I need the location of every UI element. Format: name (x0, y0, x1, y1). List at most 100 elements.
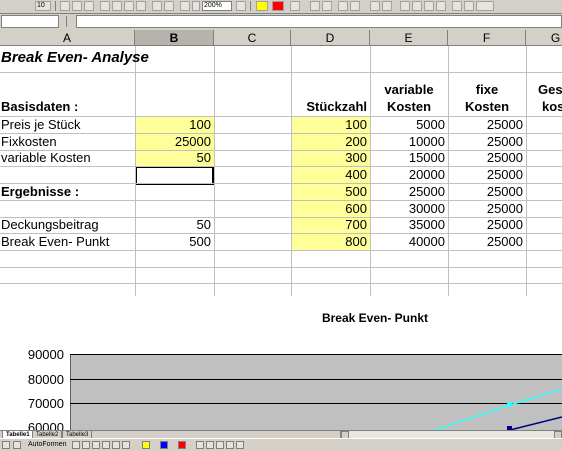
indent-button[interactable] (370, 1, 380, 11)
drawing-button[interactable] (192, 1, 200, 11)
toolbar-button[interactable] (400, 1, 410, 11)
deckungsbeitrag-label: Deckungsbeitrag (1, 217, 99, 232)
table-cell-fixe[interactable]: 25000 (448, 217, 526, 233)
line-color-icon[interactable] (160, 441, 168, 449)
table-cell-stueckzahl[interactable]: 200 (291, 134, 370, 150)
font-color-button[interactable] (272, 1, 284, 11)
outdent-button[interactable] (382, 1, 392, 11)
function-button[interactable] (350, 1, 360, 11)
deckungsbeitrag-value[interactable]: 50 (135, 217, 214, 233)
autoformen-menu[interactable]: AutoFormen (28, 439, 67, 451)
zoom-select[interactable]: 200% (202, 1, 232, 11)
sort-asc-button[interactable] (310, 1, 320, 11)
column-header-b[interactable]: B (135, 30, 214, 46)
table-cell-stueckzahl[interactable]: 400 (291, 167, 370, 183)
header-fixe-line1: fixe (475, 82, 499, 97)
column-header-e[interactable]: E (370, 30, 448, 46)
textbox-tool-icon[interactable] (112, 441, 120, 449)
table-cell-variable[interactable]: 40000 (370, 234, 448, 250)
variable-kosten-value[interactable]: 50 (135, 150, 214, 166)
toolbar-button[interactable] (464, 1, 474, 11)
fixkosten-label: Fixkosten (1, 134, 57, 149)
help-button[interactable] (236, 1, 246, 11)
table-cell-variable[interactable]: 5000 (370, 117, 448, 133)
table-cell-variable[interactable]: 10000 (370, 134, 448, 150)
align-center-button[interactable] (112, 1, 122, 11)
break-even-value[interactable]: 500 (135, 234, 214, 250)
fill-color-button[interactable] (256, 1, 268, 11)
line-style-icon[interactable] (196, 441, 204, 449)
rectangle-tool-icon[interactable] (92, 441, 100, 449)
arrow-style-icon[interactable] (216, 441, 224, 449)
column-header-d[interactable]: D (291, 30, 370, 46)
font-size-select[interactable]: 10 (35, 1, 51, 11)
rotate-icon[interactable] (13, 441, 21, 449)
chart-area[interactable]: Break Even- Punkt 90000 80000 70000 6000… (0, 296, 562, 430)
basisdaten-label: Basisdaten : (1, 99, 79, 114)
toolbar-button[interactable] (452, 1, 462, 11)
underline-button[interactable] (84, 1, 94, 11)
series-marker (507, 402, 512, 407)
table-cell-fixe[interactable]: 25000 (448, 184, 526, 200)
toolbar-button[interactable] (412, 1, 422, 11)
align-right-button[interactable] (124, 1, 134, 11)
wordart-icon[interactable] (122, 441, 130, 449)
gridline (0, 72, 562, 73)
borders-button[interactable] (290, 1, 300, 11)
column-header-a[interactable]: A (0, 30, 135, 46)
merge-button[interactable] (136, 1, 146, 11)
gridline (135, 46, 136, 296)
gridline (0, 283, 562, 284)
sort-desc-button[interactable] (322, 1, 332, 11)
table-cell-stueckzahl[interactable]: 500 (291, 184, 370, 200)
break-even-label: Break Even- Punkt (1, 234, 110, 249)
header-gesamt-line2: kos (542, 99, 562, 114)
italic-button[interactable] (72, 1, 82, 11)
oval-tool-icon[interactable] (102, 441, 110, 449)
shadow-icon[interactable] (226, 441, 234, 449)
table-cell-variable[interactable]: 20000 (370, 167, 448, 183)
bold-button[interactable] (60, 1, 70, 11)
table-cell-stueckzahl[interactable]: 700 (291, 217, 370, 233)
3d-icon[interactable] (236, 441, 244, 449)
table-cell-stueckzahl[interactable]: 300 (291, 150, 370, 166)
font-color-icon[interactable] (178, 441, 186, 449)
table-cell-fixe[interactable]: 25000 (448, 234, 526, 250)
table-cell-variable[interactable]: 30000 (370, 201, 448, 217)
preis-value[interactable]: 100 (135, 117, 214, 133)
formula-input[interactable] (76, 15, 562, 28)
align-left-button[interactable] (100, 1, 110, 11)
arrow-tool-icon[interactable] (82, 441, 90, 449)
column-header-c[interactable]: C (214, 30, 291, 46)
table-cell-fixe[interactable]: 25000 (448, 117, 526, 133)
name-box[interactable] (1, 15, 59, 28)
toolbar-button[interactable] (436, 1, 446, 11)
column-header-f[interactable]: F (448, 30, 526, 46)
table-cell-fixe[interactable]: 25000 (448, 167, 526, 183)
table-cell-variable[interactable]: 15000 (370, 150, 448, 166)
currency-button[interactable] (152, 1, 162, 11)
fill-color-icon[interactable] (142, 441, 150, 449)
toolbar-button[interactable] (476, 1, 494, 11)
y-axis-tick-label: 60000 (27, 420, 64, 430)
table-cell-stueckzahl[interactable]: 100 (291, 117, 370, 133)
table-cell-stueckzahl[interactable]: 800 (291, 234, 370, 250)
table-cell-variable[interactable]: 35000 (370, 217, 448, 233)
autosum-button[interactable] (338, 1, 348, 11)
dash-style-icon[interactable] (206, 441, 214, 449)
header-variable-line2: Kosten (386, 99, 432, 114)
percent-button[interactable] (164, 1, 174, 11)
line-tool-icon[interactable] (72, 441, 80, 449)
select-pointer-icon[interactable] (2, 441, 10, 449)
toolbar-button[interactable] (424, 1, 434, 11)
table-cell-stueckzahl[interactable]: 600 (291, 201, 370, 217)
table-cell-fixe[interactable]: 25000 (448, 150, 526, 166)
fixkosten-value[interactable]: 25000 (135, 134, 214, 150)
column-header-g[interactable]: G (526, 30, 562, 46)
table-cell-variable[interactable]: 25000 (370, 184, 448, 200)
formatting-toolbar: 10 200% (0, 0, 562, 14)
table-cell-fixe[interactable]: 25000 (448, 134, 526, 150)
table-cell-fixe[interactable]: 25000 (448, 201, 526, 217)
chart-plot-area[interactable] (70, 354, 562, 430)
chart-wizard-button[interactable] (180, 1, 190, 11)
